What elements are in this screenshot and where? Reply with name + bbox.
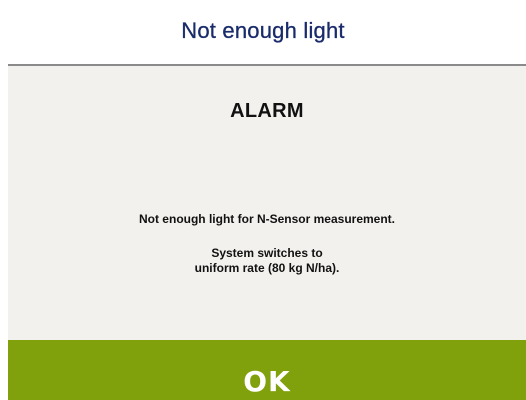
- ok-button-label: OK: [243, 364, 291, 398]
- alarm-message-secondary-line-1: System switches to: [211, 246, 323, 260]
- alarm-message-primary: Not enough light for N-Sensor measuremen…: [138, 212, 396, 226]
- alarm-message-secondary-line-2: uniform rate (80 kg N/ha).: [194, 261, 340, 275]
- alarm-heading: ALARM: [230, 100, 304, 122]
- message-panel: ALARM Not enough light for N-Sensor meas…: [8, 66, 526, 340]
- dialog-title: Not enough light: [181, 18, 345, 43]
- title-bar: Not enough light: [0, 0, 526, 64]
- alarm-message-secondary: System switches to uniform rate (80 kg N…: [8, 246, 526, 276]
- alarm-dialog: Not enough light ALARM Not enough light …: [0, 0, 526, 400]
- ok-button[interactable]: OK: [8, 340, 526, 400]
